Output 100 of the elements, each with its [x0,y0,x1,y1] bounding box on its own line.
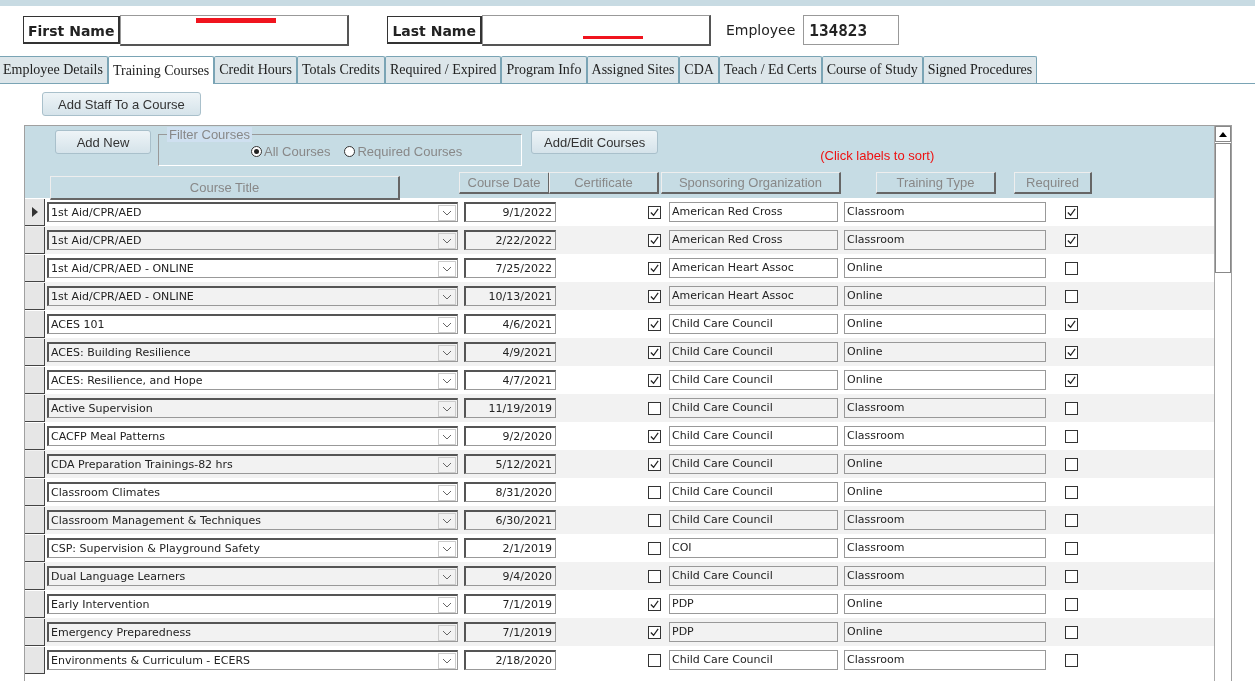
training-type-field[interactable]: Classroom [844,426,1046,446]
scroll-up-button[interactable] [1215,126,1231,142]
record-selector[interactable] [25,282,45,310]
record-selector[interactable] [25,450,45,478]
sponsor-field[interactable]: American Heart Assoc [669,258,838,278]
tab[interactable]: Course of Study [821,56,923,83]
radio-button[interactable] [344,146,356,157]
course-title-dropdown[interactable]: 1st Aid/CPR/AED - ONLINE [47,286,458,306]
employee-id-field[interactable]: 134823 [803,15,900,45]
sponsor-field[interactable]: Child Care Council [669,510,838,530]
certificate-checkbox[interactable] [648,625,661,639]
required-checkbox[interactable] [1065,485,1078,499]
dropdown-button[interactable] [438,260,456,277]
course-title-dropdown[interactable]: ACES: Building Resilience [47,342,458,362]
tab[interactable]: Totals Credits [296,56,385,83]
required-checkbox[interactable] [1065,429,1078,443]
dropdown-button[interactable] [438,540,456,557]
tab[interactable]: Credit Hours [214,56,297,83]
dropdown-button[interactable] [438,652,456,669]
required-checkbox[interactable] [1065,345,1078,359]
course-date-field[interactable]: 8/31/2020 [464,482,556,502]
record-selector[interactable] [25,646,45,674]
training-type-field[interactable]: Classroom [844,650,1046,670]
tab[interactable]: CDA [679,56,719,83]
certificate-checkbox[interactable] [648,261,661,275]
dropdown-button[interactable] [438,624,456,641]
required-checkbox[interactable] [1065,317,1078,331]
add-edit-courses-button[interactable]: Add/Edit Courses [531,130,659,154]
course-title-dropdown[interactable]: CDA Preparation Trainings-82 hrs [47,454,458,474]
required-checkbox[interactable] [1065,625,1078,639]
certificate-checkbox[interactable] [648,457,661,471]
course-date-field[interactable]: 5/12/2021 [464,454,556,474]
course-title-dropdown[interactable]: CACFP Meal Patterns [47,426,458,446]
sponsor-field[interactable]: Child Care Council [669,650,838,670]
certificate-checkbox[interactable] [648,429,661,443]
sponsor-field[interactable]: Child Care Council [669,482,838,502]
certificate-checkbox[interactable] [648,485,661,499]
dropdown-button[interactable] [438,568,456,585]
tab[interactable]: Assigned Sites [586,56,680,83]
course-date-field[interactable]: 2/22/2022 [464,230,556,250]
add-staff-button[interactable]: Add Staff To a Course [42,92,201,116]
certificate-checkbox[interactable] [648,541,661,555]
record-selector[interactable] [25,478,45,506]
required-checkbox[interactable] [1065,205,1078,219]
record-selector[interactable] [25,534,45,562]
sponsor-field[interactable]: PDP [669,594,838,614]
certificate-checkbox[interactable] [648,205,661,219]
sponsor-field[interactable]: COI [669,538,838,558]
course-date-field[interactable]: 4/7/2021 [464,370,556,390]
required-checkbox[interactable] [1065,289,1078,303]
training-type-field[interactable]: Online [844,258,1046,278]
last-name-field[interactable] [481,14,711,46]
required-checkbox[interactable] [1065,513,1078,527]
training-type-field[interactable]: Classroom [844,510,1046,530]
sponsor-field[interactable]: Child Care Council [669,370,838,390]
course-title-dropdown[interactable]: ACES 101 [47,314,458,334]
course-date-field[interactable]: 2/1/2019 [464,538,556,558]
course-date-field[interactable]: 11/19/2019 [464,398,556,418]
course-title-dropdown[interactable]: 1st Aid/CPR/AED - ONLINE [47,258,458,278]
sponsor-field[interactable]: Child Care Council [669,566,838,586]
certificate-checkbox[interactable] [648,289,661,303]
dropdown-button[interactable] [438,204,456,221]
first-name-field[interactable] [120,14,350,46]
tab[interactable]: Employee Details [0,56,108,83]
course-date-field[interactable]: 9/2/2020 [464,426,556,446]
required-checkbox[interactable] [1065,653,1078,667]
course-title-dropdown[interactable]: Classroom Climates [47,482,458,502]
dropdown-button[interactable] [438,344,456,361]
required-checkbox[interactable] [1065,457,1078,471]
training-type-field[interactable]: Classroom [844,202,1046,222]
course-title-dropdown[interactable]: Active Supervision [47,398,458,418]
required-checkbox[interactable] [1065,401,1078,415]
sponsor-field[interactable]: American Red Cross [669,202,838,222]
training-type-field[interactable]: Classroom [844,538,1046,558]
sponsor-field[interactable]: Child Care Council [669,454,838,474]
tab[interactable]: Teach / Ed Certs [718,56,822,83]
certificate-checkbox[interactable] [648,653,661,667]
sponsor-field[interactable]: Child Care Council [669,342,838,362]
certificate-checkbox[interactable] [648,345,661,359]
vertical-scrollbar[interactable] [1214,126,1231,681]
course-title-dropdown[interactable]: Classroom Management & Techniques [47,510,458,530]
scroll-thumb[interactable] [1215,143,1231,273]
course-date-field[interactable]: 4/9/2021 [464,342,556,362]
required-checkbox[interactable] [1065,261,1078,275]
required-checkbox[interactable] [1065,541,1078,555]
certificate-checkbox[interactable] [648,373,661,387]
record-selector[interactable] [25,310,45,338]
sponsor-field[interactable]: PDP [669,622,838,642]
training-type-field[interactable]: Online [844,454,1046,474]
certificate-checkbox[interactable] [648,597,661,611]
course-date-field[interactable]: 7/25/2022 [464,258,556,278]
record-selector[interactable] [25,590,45,618]
training-type-field[interactable]: Online [844,594,1046,614]
record-selector[interactable] [25,562,45,590]
radio-button[interactable] [251,146,262,157]
course-date-field[interactable]: 7/1/2019 [464,594,556,614]
dropdown-button[interactable] [438,288,456,305]
training-type-field[interactable]: Online [844,482,1046,502]
sponsor-field[interactable]: Child Care Council [669,426,838,446]
tab[interactable]: Training Courses [107,56,215,84]
